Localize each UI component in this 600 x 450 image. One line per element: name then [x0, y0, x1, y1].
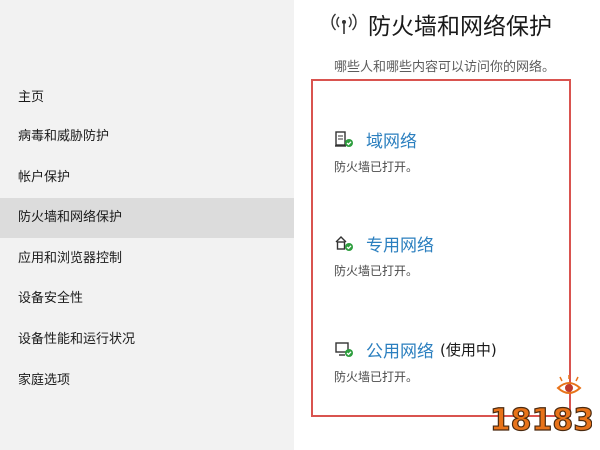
title-row: 防火墙和网络保护	[330, 6, 552, 42]
domain-network-status: 防火墙已打开。	[334, 160, 419, 174]
sidebar-item-app-browser-control[interactable]: 应用和浏览器控制	[0, 239, 294, 279]
network-public: 公用网络 (使用中) 防火墙已打开。	[334, 334, 497, 398]
private-network-icon	[335, 236, 353, 251]
public-network-link[interactable]: 公用网络	[366, 337, 434, 362]
eye-icon	[556, 375, 582, 394]
sidebar-item-home[interactable]: 主页	[0, 78, 294, 118]
network-private: 专用网络 防火墙已打开。	[334, 228, 434, 292]
sidebar-item-firewall[interactable]: 防火墙和网络保护	[0, 198, 294, 238]
public-network-status: 防火墙已打开。	[334, 370, 419, 384]
watermark-text: 18183	[492, 403, 592, 438]
domain-network-link[interactable]: 域网络	[366, 127, 417, 152]
network-domain: 域网络 防火墙已打开。	[334, 124, 418, 188]
sidebar-item-device-performance[interactable]: 设备性能和运行状况	[0, 320, 294, 360]
watermark-logo: 18183	[492, 375, 592, 439]
sidebar-item-device-security[interactable]: 设备安全性	[0, 279, 294, 319]
sidebar-item-virus-protection[interactable]: 病毒和威胁防护	[0, 117, 294, 157]
page-subtitle: 哪些人和哪些内容可以访问你的网络。	[334, 60, 556, 75]
private-network-link[interactable]: 专用网络	[366, 231, 434, 256]
private-network-status: 防火墙已打开。	[334, 264, 419, 278]
public-network-active-label: (使用中)	[440, 340, 497, 359]
domain-network-icon	[335, 131, 353, 147]
page-title: 防火墙和网络保护	[368, 14, 552, 40]
antenna-icon	[331, 13, 357, 34]
public-network-icon	[335, 342, 353, 357]
sidebar-item-family-options[interactable]: 家庭选项	[0, 361, 294, 401]
sidebar-item-account-protection[interactable]: 帐户保护	[0, 158, 294, 198]
sidebar: 主页 病毒和威胁防护 帐户保护 防火墙和网络保护 应用和浏览器控制 设备安全性 …	[0, 0, 294, 450]
